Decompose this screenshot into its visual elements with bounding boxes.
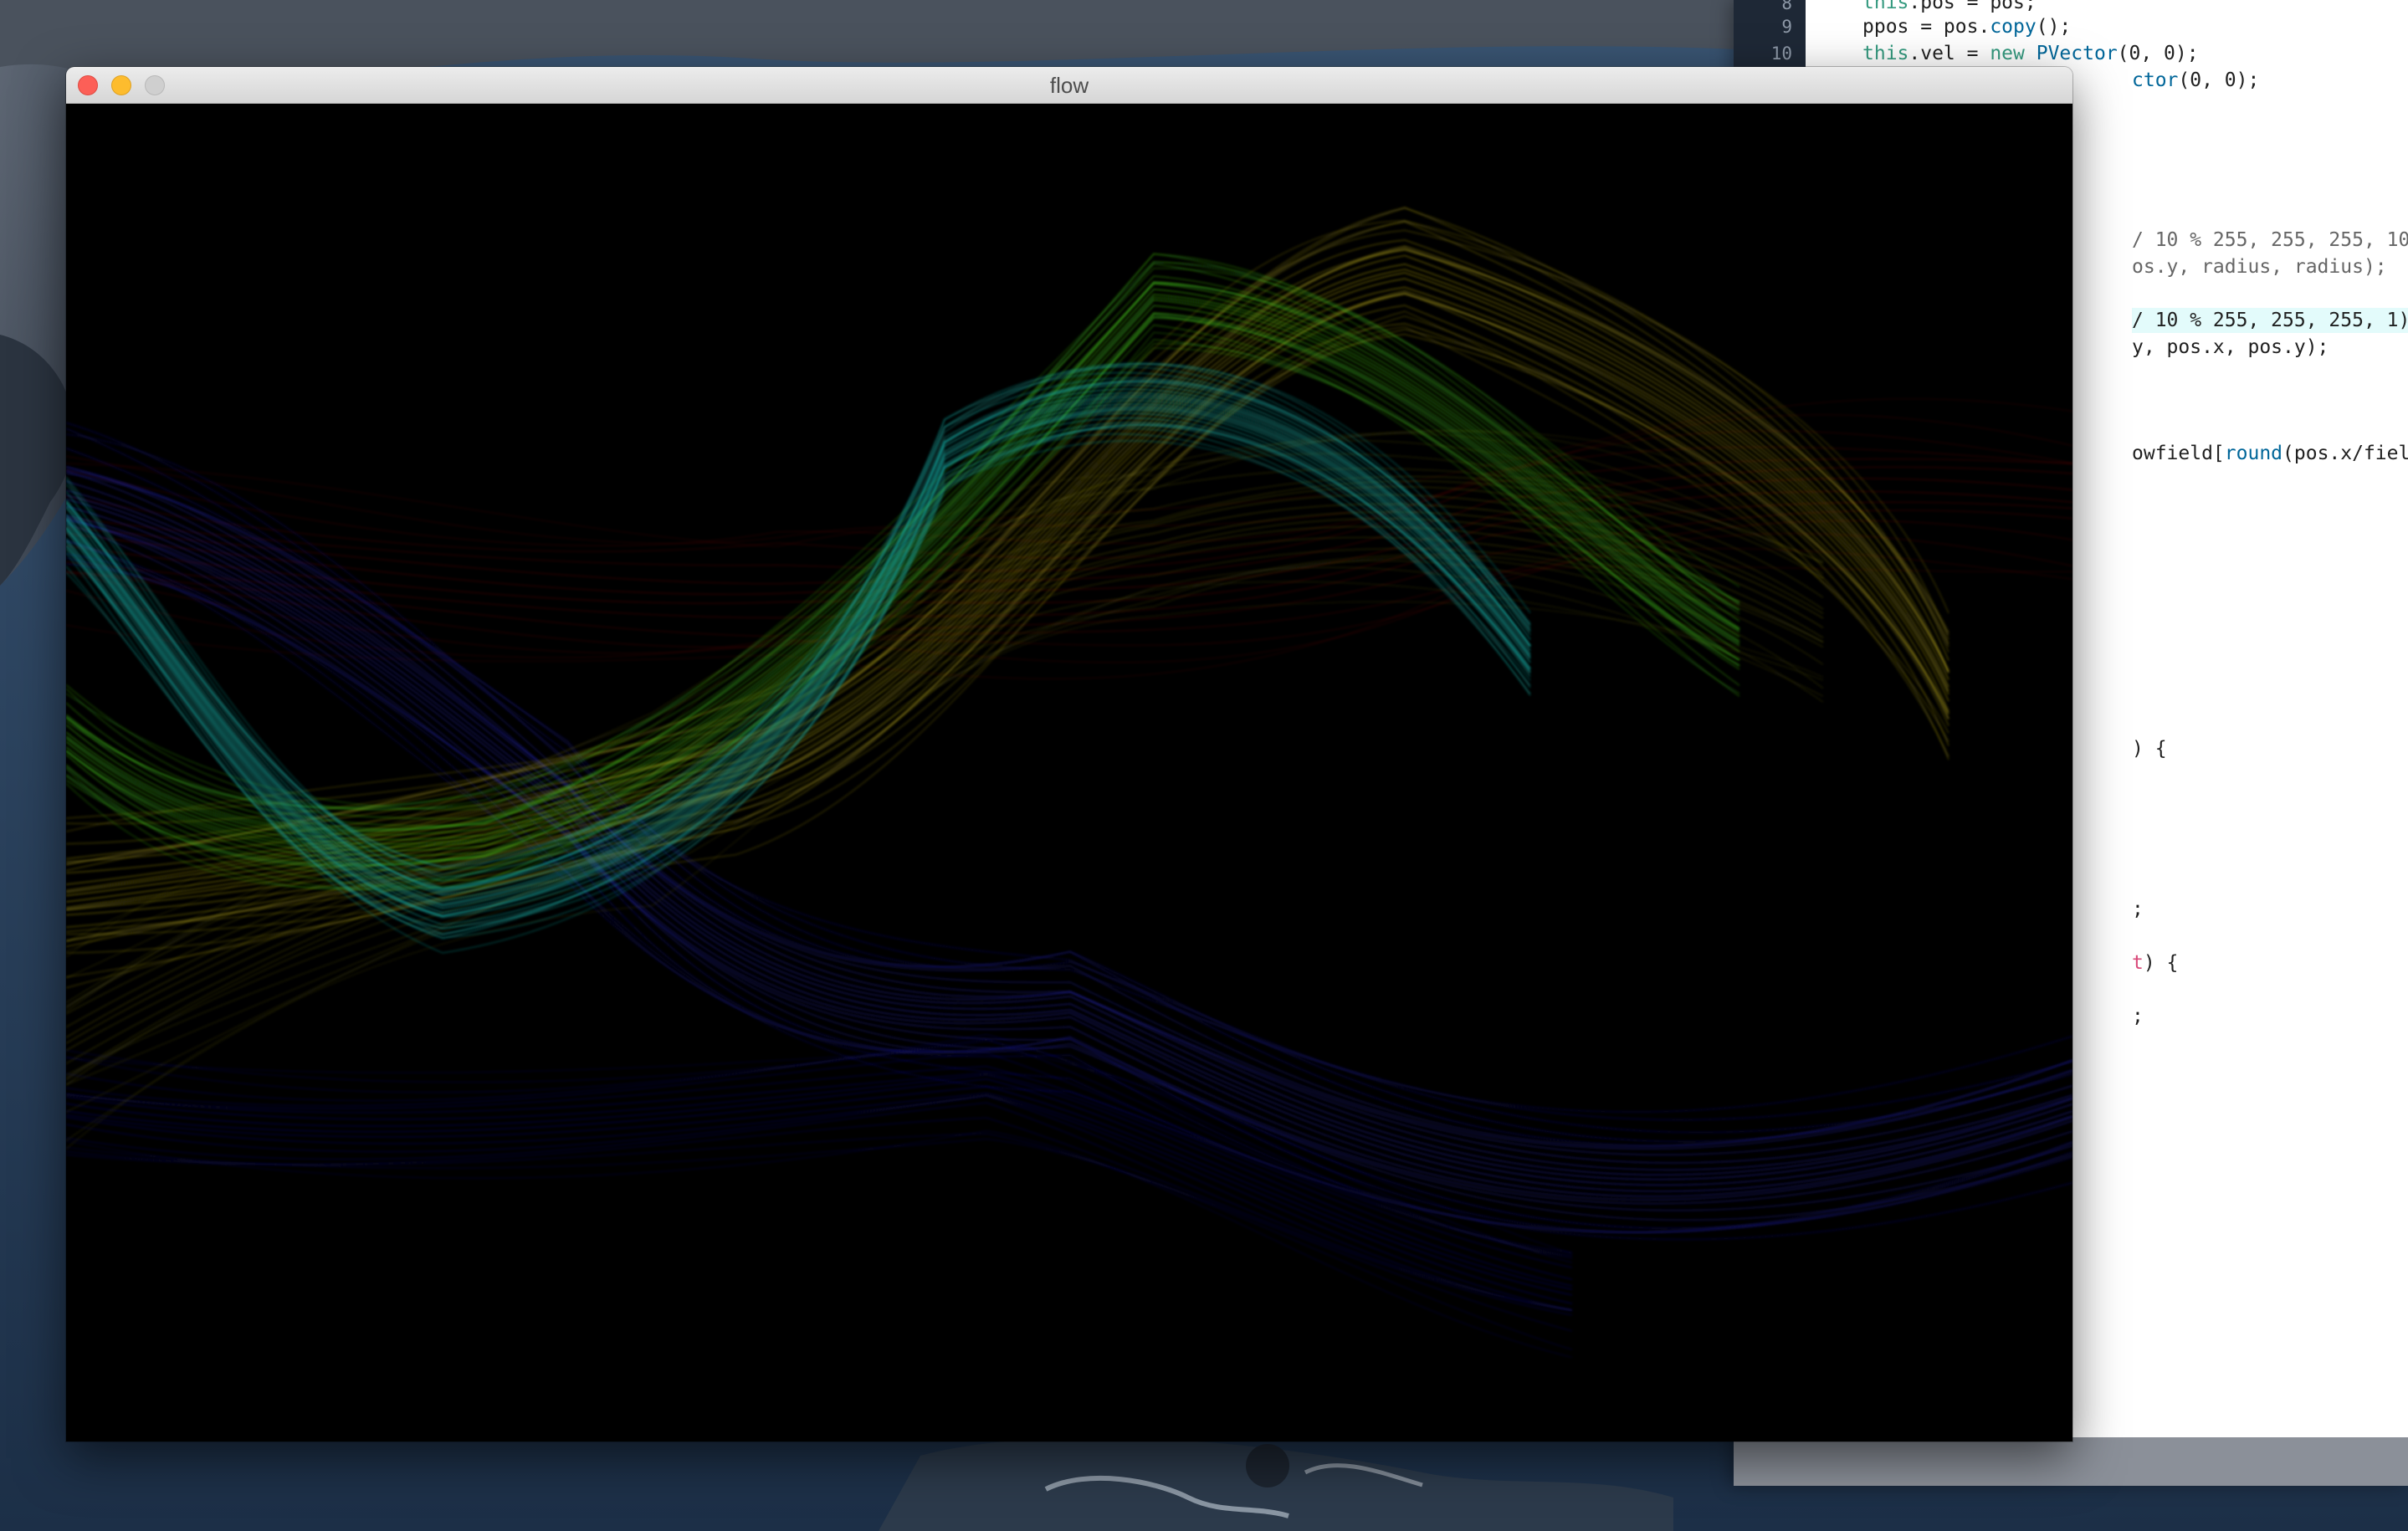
code-token: new <box>1990 43 2025 64</box>
flow-strand <box>66 1102 1573 1311</box>
flow-strand <box>66 229 1949 819</box>
code-token: round <box>2224 443 2283 464</box>
blue-flow-band-lower <box>66 1033 1573 1359</box>
code-token: ; <box>2132 1006 2144 1027</box>
code-token: (0, 0); <box>2178 69 2260 91</box>
code-line: this.vel = new PVector(0, 0); <box>1862 41 2199 66</box>
flow-strand <box>66 494 1824 1028</box>
window-title-bar[interactable]: flow <box>66 67 2072 104</box>
line-number: 8 <box>1781 0 1792 13</box>
code-token: y, pos.x, pos.y); <box>2132 336 2329 358</box>
flow-strand <box>66 560 1824 1086</box>
code-token: .vel = <box>1908 43 1990 64</box>
flow-strand <box>66 1094 1573 1311</box>
line-number: 10 <box>1770 44 1792 64</box>
code-line: y, pos.x, pos.y); <box>2132 335 2329 360</box>
window-title: flow <box>1049 73 1089 98</box>
code-token: (); <box>2036 16 2072 38</box>
flow-strand <box>66 525 1824 1064</box>
code-token: ) { <box>2143 952 2179 974</box>
line-number: 9 <box>1781 17 1792 37</box>
code-line: os.y, radius, radius); <box>2132 254 2387 279</box>
code-token: this <box>1862 43 1909 64</box>
code-line: ; <box>2132 897 2144 922</box>
flow-strand <box>66 554 1824 1081</box>
code-line: ppos = pos.copy(); <box>1862 14 2071 39</box>
flow-strand <box>66 1095 1573 1312</box>
flow-strand <box>66 476 1824 1009</box>
code-line: ctor(0, 0); <box>2132 68 2259 93</box>
editor-status-bar <box>1734 1437 2408 1486</box>
code-line: t) { <box>2132 950 2178 975</box>
code-line: / 10 % 255, 255, 255, 1); <box>2132 308 2408 333</box>
flow-strand <box>66 1033 1573 1259</box>
code-token: ctor <box>2132 69 2179 91</box>
flow-strand <box>66 249 1949 860</box>
flow-strand <box>66 1133 1573 1332</box>
code-token: ) { <box>2132 738 2167 760</box>
code-token: / 10 % 255, 255, 255, 100); <box>2132 229 2408 251</box>
flow-field-rendering <box>66 207 2072 1359</box>
code-token: ; <box>2132 899 2144 920</box>
code-token: PVector <box>2036 43 2118 64</box>
code-token: owfield[ <box>2132 443 2225 464</box>
code-line: ) { <box>2132 736 2167 761</box>
flow-strand <box>66 430 2072 547</box>
code-token: (pos.x/fieldReso <box>2282 443 2408 464</box>
sketch-window-flow[interactable]: flow <box>66 67 2072 1441</box>
code-line: this.pos = pos; <box>1862 0 2037 15</box>
code-line: / 10 % 255, 255, 255, 100); <box>2132 228 2408 253</box>
flow-strand <box>66 1117 1573 1316</box>
flow-strand <box>66 239 1949 866</box>
code-token: this <box>1862 0 1909 13</box>
code-line: ; <box>2132 1004 2144 1029</box>
sketch-canvas[interactable] <box>66 104 2072 1441</box>
code-token: os.y, radius, radius); <box>2132 256 2387 278</box>
code-token: (0, 0); <box>2117 43 2199 64</box>
code-token: copy <box>1990 16 2037 38</box>
code-token: / 10 % 255, 255, 255, 1); <box>2132 310 2408 331</box>
code-line: owfield[round(pos.x/fieldReso <box>2132 441 2408 466</box>
code-token: t <box>2132 952 2144 974</box>
code-token: ppos = pos. <box>1862 16 1990 38</box>
code-token: .pos = pos; <box>1908 0 2037 13</box>
